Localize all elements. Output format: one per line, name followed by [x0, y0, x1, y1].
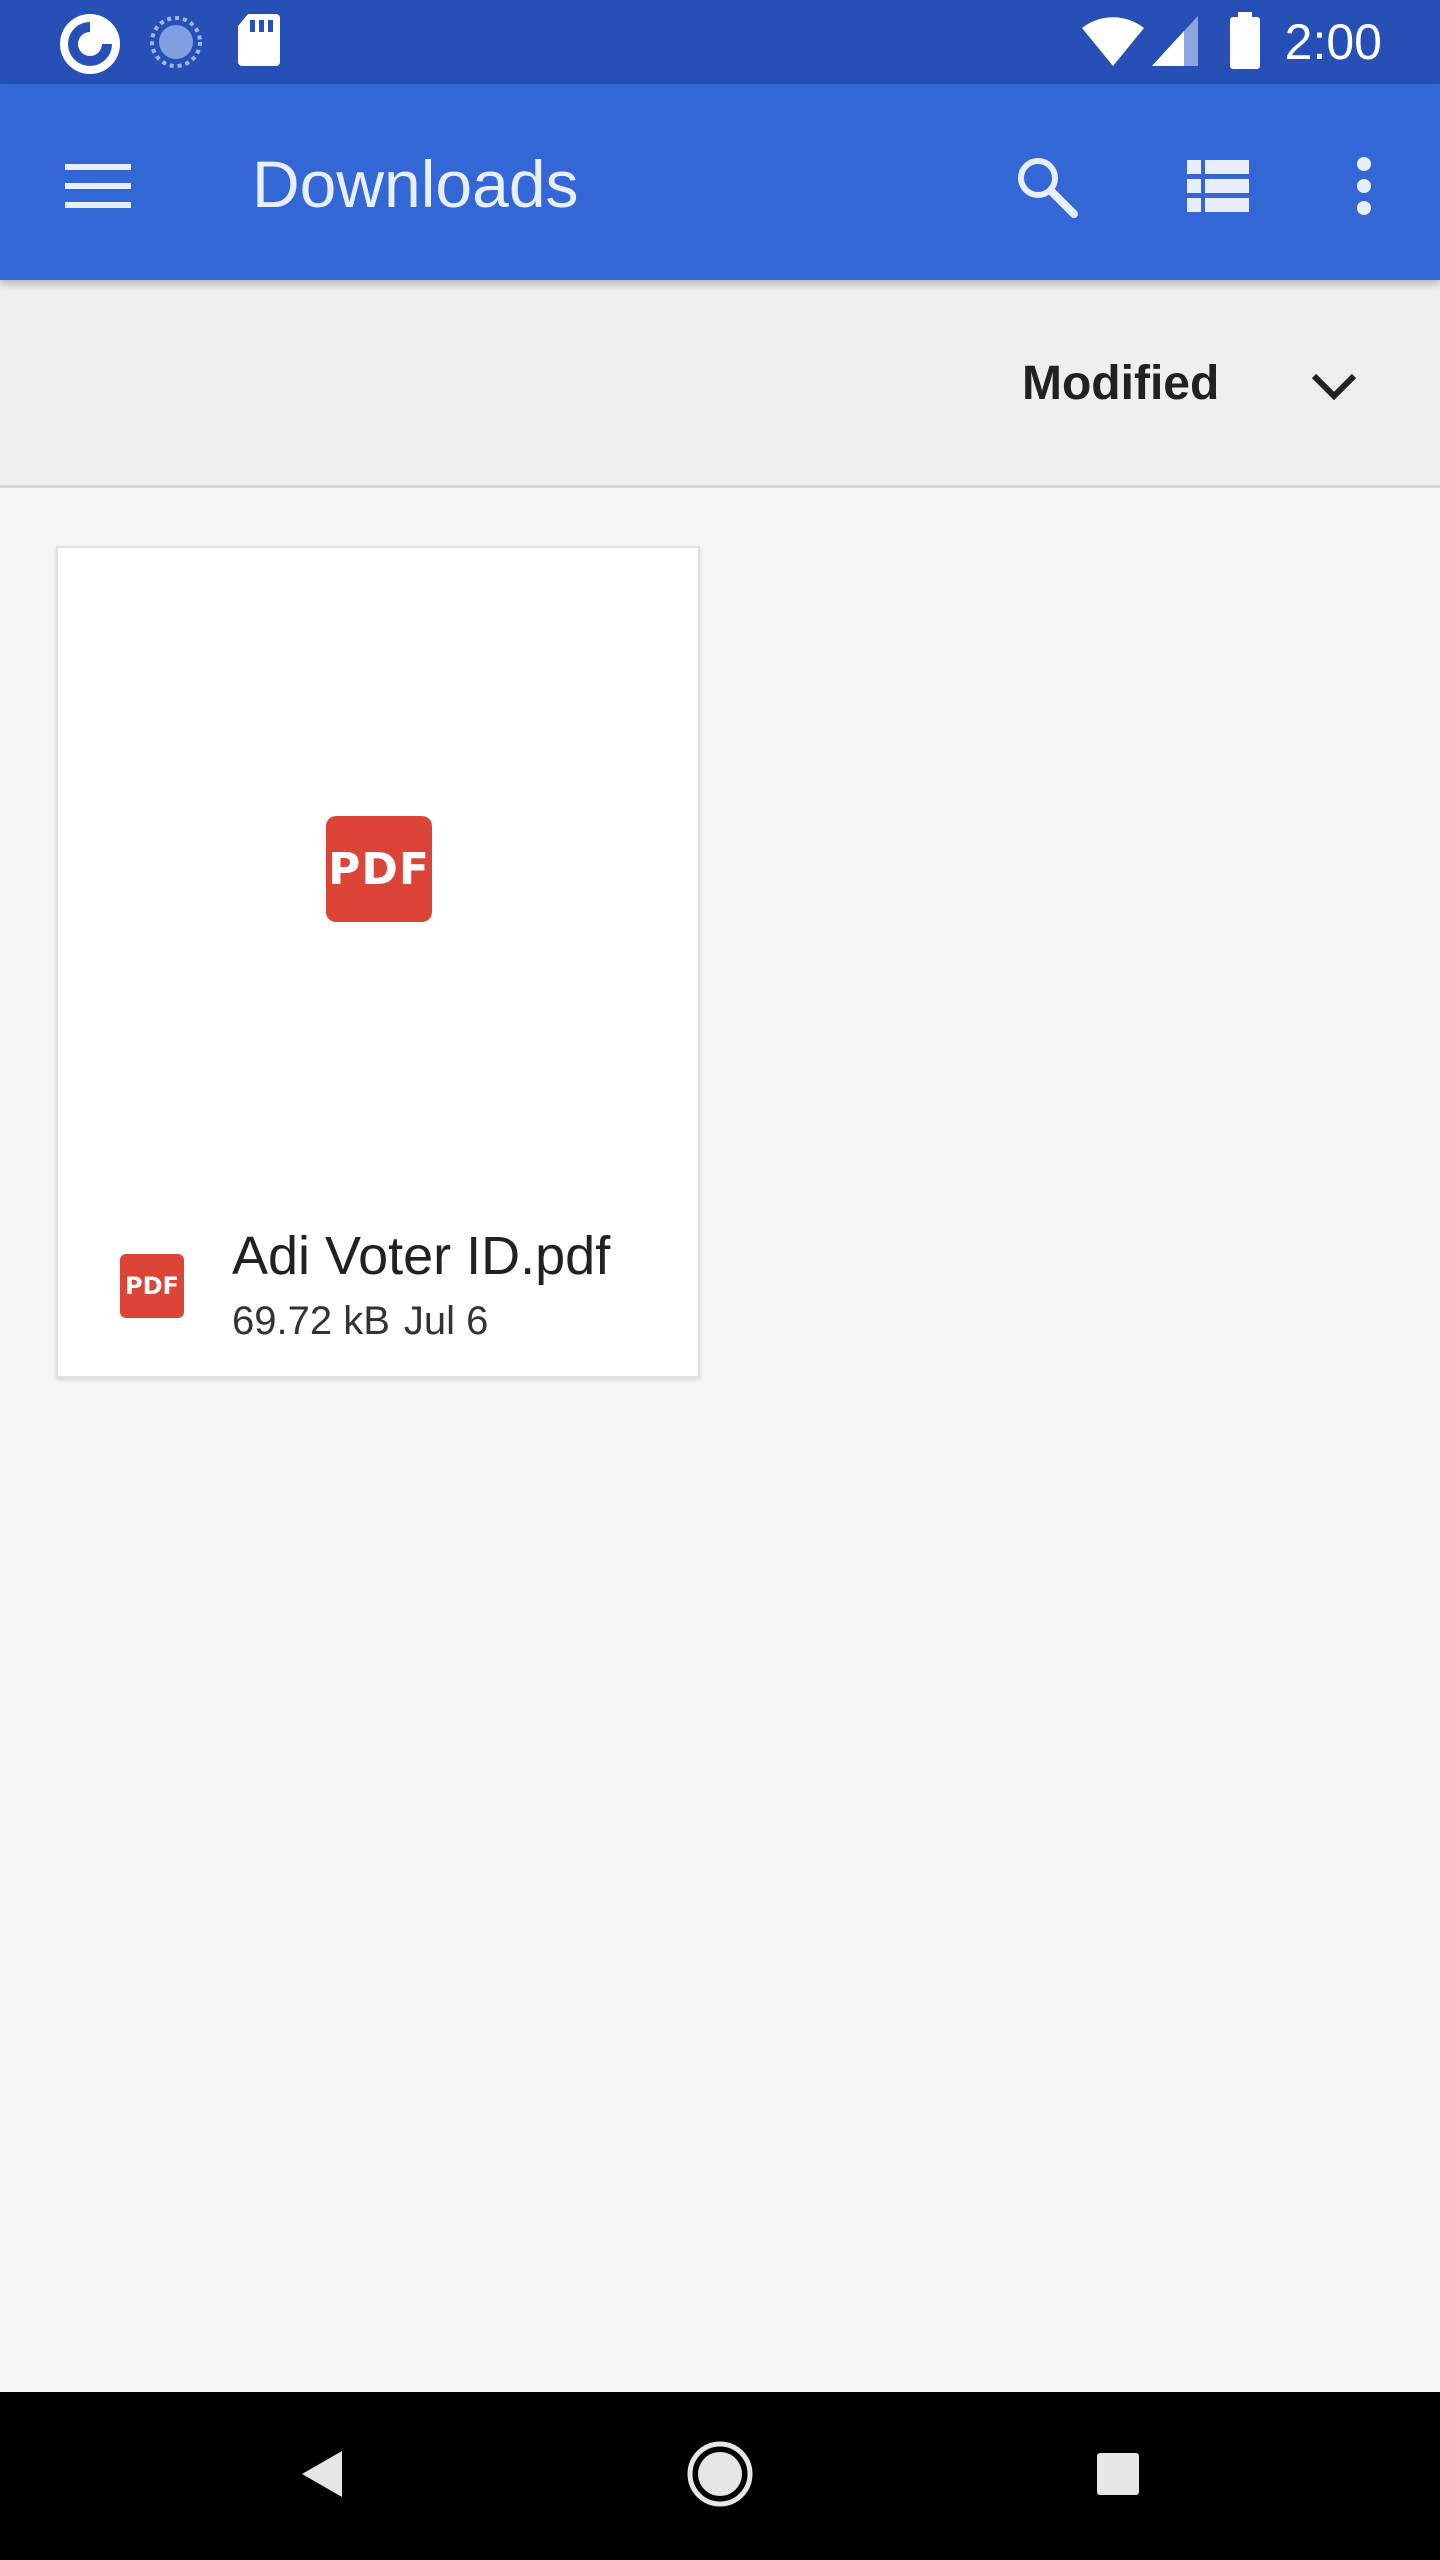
nav-bar [0, 2392, 1440, 2560]
file-card[interactable]: PDF PDF Adi Voter ID.pdf 69.72 kB Jul 6 [56, 546, 700, 1378]
search-button[interactable] [998, 140, 1094, 236]
wifi-icon [1080, 12, 1146, 73]
screen: 2:00 Downloads Modified PDF PDF Adi Vote… [0, 0, 1440, 2560]
more-options-button[interactable] [1316, 140, 1412, 236]
back-button[interactable] [262, 2416, 382, 2536]
sort-label: Modified [1022, 357, 1220, 410]
menu-icon [65, 162, 131, 215]
pdf-file-type-icon: PDF [120, 1254, 184, 1318]
search-icon [1014, 154, 1078, 223]
chevron-down-icon [1310, 370, 1358, 407]
recents-icon [1095, 2451, 1141, 2502]
home-button[interactable] [660, 2416, 780, 2536]
file-meta: 69.72 kB Jul 6 [232, 1296, 488, 1346]
page-title: Downloads [252, 147, 579, 221]
pdf-thumbnail-icon: PDF [326, 816, 432, 922]
list-view-icon [1187, 159, 1249, 217]
menu-button[interactable] [50, 140, 146, 236]
file-date: Jul 6 [403, 1299, 489, 1343]
sort-bar: Modified [0, 280, 1440, 488]
home-icon [686, 2440, 754, 2513]
back-icon [298, 2449, 346, 2504]
file-name: Adi Voter ID.pdf [232, 1226, 611, 1286]
sd-card-icon [236, 12, 282, 73]
battery-icon [1228, 12, 1262, 75]
app-notification-icon [58, 12, 122, 81]
app-bar: Downloads [0, 84, 1440, 280]
file-size: 69.72 kB [232, 1299, 390, 1343]
status-time: 2:00 [1284, 14, 1382, 70]
recents-button[interactable] [1058, 2416, 1178, 2536]
list-view-button[interactable] [1170, 140, 1266, 236]
cell-signal-icon [1150, 12, 1200, 73]
sort-dropdown[interactable]: Modified [1000, 320, 1400, 448]
status-bar: 2:00 [0, 0, 1440, 84]
sync-icon [148, 12, 204, 77]
more-vert-icon [1356, 156, 1372, 221]
